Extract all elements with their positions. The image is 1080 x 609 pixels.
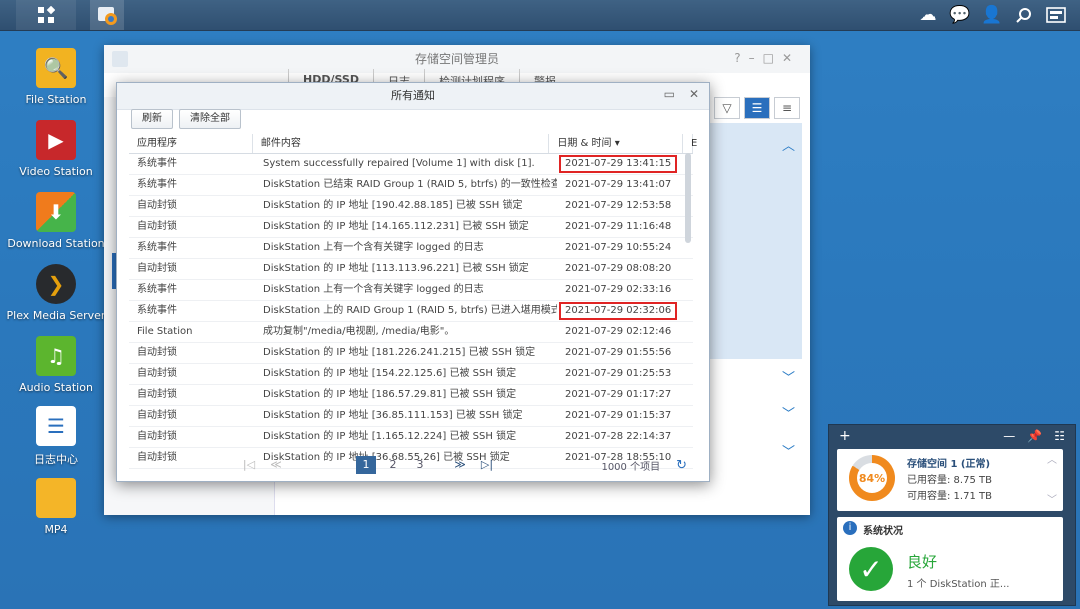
close-icon[interactable]: ✕ [689,87,699,101]
health-status: 良好 [907,553,938,571]
refresh-button[interactable]: 刷新 [131,109,173,129]
grid-body: 系统事件 System successfully repaired [Volume… [129,154,693,469]
desktop-plex-media-server[interactable]: ❯ Plex Media Server [6,264,106,322]
column-content[interactable]: 邮件内容 [253,134,550,153]
table-row[interactable]: 系统事件 DiskStation 上有一个含有关键字 logged 的日志 2021… [129,238,693,259]
vertical-scrollbar[interactable] [685,153,691,243]
table-row[interactable]: 系统事件 DiskStation 上有一个含有关键字 logged 的日志 2021… [129,280,693,301]
list-view-icon[interactable]: ☰ [744,97,770,119]
grid-menu-icon [38,6,55,23]
storage-manager-icon [98,7,117,25]
chat-icon[interactable]: 💬 [948,3,972,27]
item-count: 1000 个项目 [601,461,661,473]
widget-panel: + — 📌 ☷ 84% 存储空间 1 (正常) 已用容量: 8.75 TB 可用… [828,424,1076,606]
checkmark-icon: ✓ [849,547,893,591]
main-menu-button[interactable] [16,0,76,30]
user-icon[interactable]: 👤 [980,3,1004,27]
used-capacity: 已用容量: 8.75 TB [907,475,992,486]
window-controls[interactable]: ?–□✕ [734,51,800,65]
health-title: 系统状况 [863,526,903,537]
health-widget[interactable]: i 系统状况 ✓ 良好 1 个 DiskStation 正... [837,517,1063,601]
minimize-icon[interactable]: — [1003,429,1015,443]
selected-volume-panel[interactable] [704,123,802,359]
storage-widget[interactable]: 84% 存储空间 1 (正常) 已用容量: 8.75 TB 可用容量: 1.71… [837,449,1063,511]
grid-header: 应用程序 邮件内容 日期 & 时间 ▾ E [129,134,697,154]
info-icon: i [843,521,857,535]
table-row[interactable]: 自动封锁 DiskStation 的 IP 地址 [1.165.12.224] 已… [129,427,693,448]
folder-search-icon: 🔍 [36,48,76,88]
refresh-icon[interactable]: ↻ [676,458,687,473]
page-1[interactable]: 1 [356,456,376,474]
storage-percent: 84% [857,463,887,493]
desktop-video-station[interactable]: ▶ Video Station [6,120,106,178]
column-date[interactable]: 日期 & 时间 ▾ [549,134,684,153]
storage-manager-icon [112,51,128,67]
all-notifications-dialog[interactable]: 所有通知 ▭ ✕ 刷新 清除全部 应用程序 邮件内容 日期 & 时间 ▾ E 系… [116,82,710,482]
table-row[interactable]: 系统事件 DiskStation 上的 RAID Group 1 (RAID 5,… [129,301,693,322]
dialog-title: 所有通知 [117,83,709,110]
plex-icon: ❯ [36,264,76,304]
folder-icon [36,478,76,518]
next-page-button[interactable]: ≫ [450,456,470,474]
log-icon: ☰ [36,406,76,446]
search-icon[interactable] [1012,3,1036,27]
chevron-down-icon[interactable]: ﹀ [782,367,795,386]
video-icon: ▶ [36,120,76,160]
health-detail: 1 个 DiskStation 正... [907,579,1010,590]
table-row[interactable]: 自动封锁 DiskStation 的 IP 地址 [190.42.88.185] … [129,196,693,217]
volume-title: 存储空间 1 (正常) [907,459,991,470]
widget-menu-icon[interactable]: ☷ [1054,429,1065,443]
table-row[interactable]: 系统事件 DiskStation 已结束 RAID Group 1 (RAID 5… [129,175,693,196]
highlight-box: 2021-07-29 02:32:06 [559,302,678,320]
desktop-file-station[interactable]: 🔍 File Station [6,48,106,106]
clear-all-button[interactable]: 清除全部 [179,109,241,129]
download-icon: ⬇ [36,192,76,232]
maximize-icon[interactable]: ▭ [664,87,675,101]
last-page-button[interactable]: ▷| [477,456,497,474]
add-widget-icon[interactable]: + [839,428,851,444]
pagination: |◁ ≪ 1 2 3 ≫ ▷| 1000 个项目 ↻ [129,454,693,476]
page-2[interactable]: 2 [383,456,403,474]
storage-usage-ring: 84% [849,455,895,501]
desktop-download-station[interactable]: ⬇ Download Station [6,192,106,250]
chevron-down-icon[interactable]: ﹀ [782,441,795,460]
chevron-up-icon[interactable]: ︿ [782,135,795,154]
taskbar: ☁ 💬 👤 [0,0,1080,31]
table-row[interactable]: 自动封锁 DiskStation 的 IP 地址 [113.113.96.221]… [129,259,693,280]
notifications-grid: 应用程序 邮件内容 日期 & 时间 ▾ E 系统事件 System success… [129,134,697,469]
table-row[interactable]: 自动封锁 DiskStation 的 IP 地址 [186.57.29.81] 已… [129,385,693,406]
table-row[interactable]: File Station 成功复制"/media/电视剧, /media/电影"。… [129,322,693,343]
widget-icon[interactable] [1044,3,1068,27]
column-extra[interactable]: E [683,134,697,153]
desktop-audio-station[interactable]: ♫ Audio Station [6,336,106,394]
prev-page-button[interactable]: ≪ [266,456,286,474]
chevron-down-icon[interactable]: ﹀ [1047,491,1057,506]
table-row[interactable]: 自动封锁 DiskStation 的 IP 地址 [181.226.241.215… [129,343,693,364]
chevron-up-icon[interactable]: ︿ [1047,451,1057,466]
free-capacity: 可用容量: 1.71 TB [907,491,992,502]
filter-icon[interactable]: ▽ [714,97,740,119]
table-row[interactable]: 自动封锁 DiskStation 的 IP 地址 [36.85.111.153] … [129,406,693,427]
table-row[interactable]: 自动封锁 DiskStation 的 IP 地址 [14.165.112.231]… [129,217,693,238]
pin-icon[interactable]: 📌 [1027,429,1042,443]
menu-icon[interactable]: ≡ [774,97,800,119]
highlight-box: 2021-07-29 13:41:15 [559,155,678,173]
page-3[interactable]: 3 [410,456,430,474]
column-app[interactable]: 应用程序 [129,134,253,153]
table-row[interactable]: 系统事件 System successfully repaired [Volume… [129,154,693,175]
taskbar-storage-manager[interactable] [90,0,124,30]
music-icon: ♫ [36,336,76,376]
view-toolbar: ▽ ☰ ≡ [714,97,800,119]
desktop-mp4-folder[interactable]: MP4 [6,478,106,536]
first-page-button[interactable]: |◁ [239,456,259,474]
desktop-log-center[interactable]: ☰ 日志中心 [6,406,106,467]
chevron-down-icon[interactable]: ﹀ [782,403,795,422]
cloud-icon[interactable]: ☁ [916,3,940,27]
table-row[interactable]: 自动封锁 DiskStation 的 IP 地址 [154.22.125.6] 已… [129,364,693,385]
